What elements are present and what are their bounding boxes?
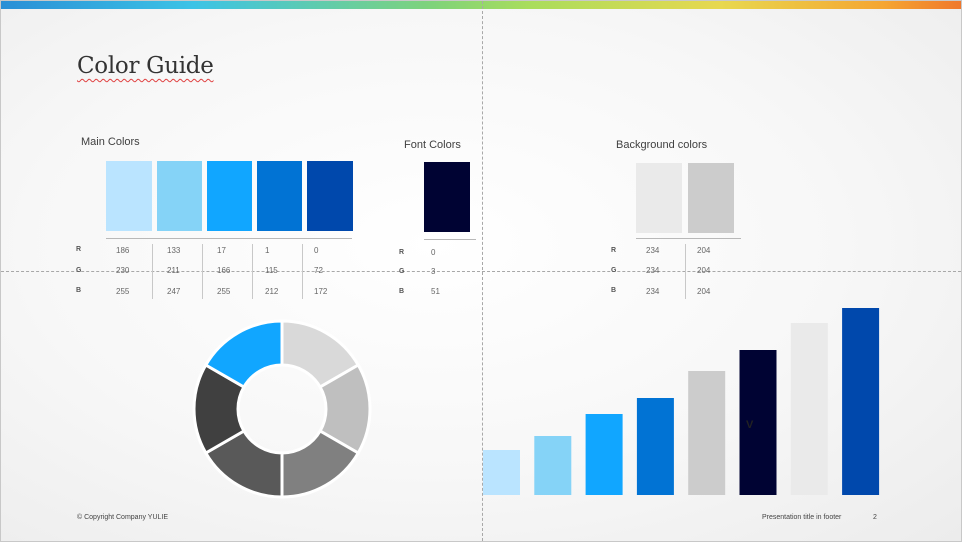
bar[interactable] <box>585 414 623 495</box>
bar[interactable] <box>688 371 726 495</box>
bar-chart[interactable] <box>483 308 880 495</box>
bar[interactable] <box>842 308 880 495</box>
footer-copyright[interactable]: © Copyright Company YULIE <box>77 514 168 521</box>
footer-title[interactable]: Presentation title in footer <box>762 514 841 521</box>
charts-canvas <box>192 308 880 499</box>
bar[interactable] <box>636 398 674 495</box>
bar[interactable] <box>534 436 572 495</box>
page-number[interactable]: 2 <box>873 514 877 521</box>
slide: Color Guide Main Colors R G B 186 133 17… <box>0 0 962 542</box>
bar[interactable] <box>790 323 828 495</box>
bar[interactable] <box>483 450 520 495</box>
bar-annotation: V <box>746 419 754 431</box>
doughnut-chart[interactable] <box>192 319 372 499</box>
